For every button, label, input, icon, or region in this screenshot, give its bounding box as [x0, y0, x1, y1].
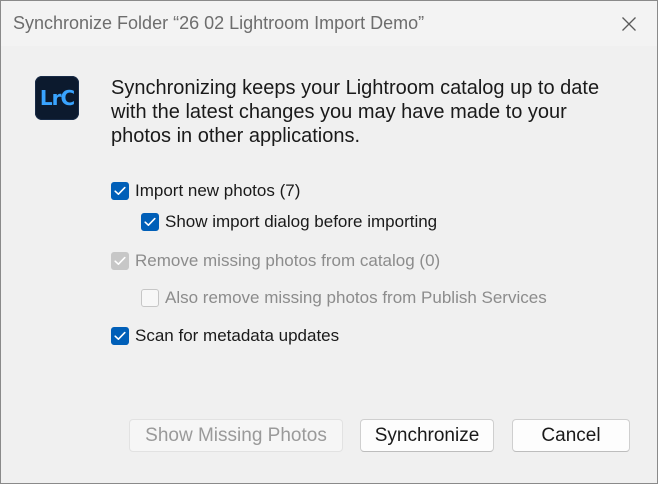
scan-metadata-checkbox[interactable] [111, 327, 129, 345]
show-import-dialog-option[interactable]: Show import dialog before importing [141, 211, 437, 233]
cancel-button[interactable]: Cancel [512, 419, 630, 452]
remove-missing-photos-option: Remove missing photos from catalog (0) [111, 250, 440, 272]
scan-metadata-option[interactable]: Scan for metadata updates [111, 325, 339, 347]
synchronize-folder-dialog: Synchronize Folder “26 02 Lightroom Impo… [0, 0, 658, 484]
import-new-photos-checkbox[interactable] [111, 182, 129, 200]
remove-missing-photos-checkbox [111, 252, 129, 270]
checkmark-icon [114, 331, 126, 340]
window-title: Synchronize Folder “26 02 Lightroom Impo… [13, 13, 425, 33]
import-new-photos-option[interactable]: Import new photos (7) [111, 180, 300, 202]
show-import-dialog-checkbox[interactable] [141, 213, 159, 231]
checkmark-icon [114, 186, 126, 195]
synchronize-button[interactable]: Synchronize [360, 419, 494, 452]
show-import-dialog-label: Show import dialog before importing [165, 212, 438, 231]
show-missing-photos-button[interactable]: Show Missing Photos [129, 419, 343, 452]
dialog-description: Synchronizing keeps your Lightroom catal… [111, 77, 600, 147]
also-remove-publish-option: Also remove missing photos from Publish … [141, 287, 547, 309]
close-icon [622, 16, 636, 31]
scan-metadata-label: Scan for metadata updates [135, 326, 340, 345]
import-new-photos-label: Import new photos (7) [135, 181, 301, 200]
remove-missing-photos-label: Remove missing photos from catalog (0) [135, 251, 441, 270]
app-logo-text: LrC [39, 86, 75, 110]
checkmark-icon [144, 217, 156, 226]
checkmark-icon [114, 256, 126, 265]
also-remove-publish-label: Also remove missing photos from Publish … [165, 288, 547, 307]
lightroom-classic-logo: LrC [35, 76, 79, 120]
close-button[interactable] [601, 1, 657, 46]
title-bar[interactable]: Synchronize Folder “26 02 Lightroom Impo… [1, 1, 657, 46]
also-remove-publish-checkbox [141, 289, 159, 307]
